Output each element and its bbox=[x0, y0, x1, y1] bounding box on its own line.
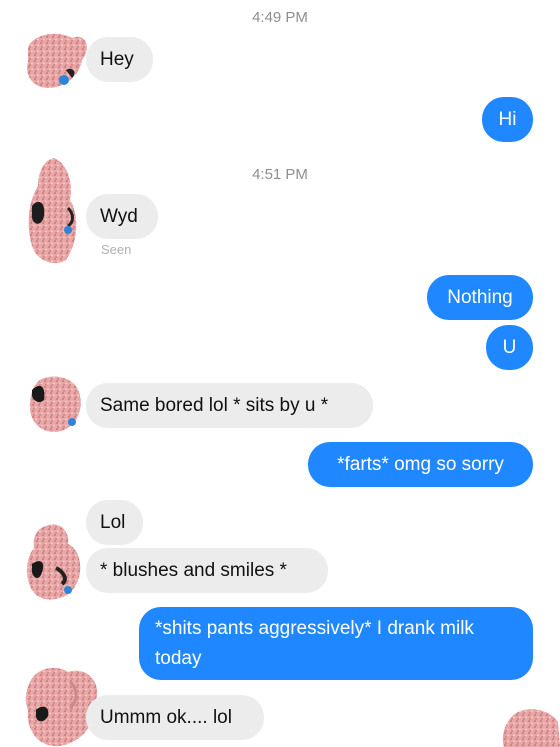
message-bubble-outgoing[interactable]: Hi bbox=[482, 97, 533, 142]
message-bubble-incoming[interactable]: * blushes and smiles * bbox=[86, 548, 328, 593]
message-bubble-outgoing[interactable]: *shits pants aggressively* I drank milk … bbox=[139, 607, 533, 680]
message-bubble-incoming[interactable]: Hey bbox=[86, 37, 153, 82]
scribbled-avatar-icon[interactable] bbox=[24, 156, 84, 268]
message-bubble-incoming[interactable]: Same bored lol * sits by u * bbox=[86, 383, 373, 428]
message-bubble-outgoing[interactable]: Nothing bbox=[427, 275, 533, 320]
message-bubble-outgoing[interactable]: *farts* omg so sorry bbox=[308, 442, 533, 487]
message-bubble-incoming[interactable]: Ummm ok.... lol bbox=[86, 695, 264, 740]
timestamp: 4:49 PM bbox=[252, 9, 308, 26]
message-bubble-incoming[interactable]: Lol bbox=[86, 500, 143, 545]
read-receipt: Seen bbox=[101, 242, 132, 257]
message-bubble-incoming[interactable]: Wyd bbox=[86, 194, 158, 239]
timestamp: 4:51 PM bbox=[252, 166, 308, 183]
message-bubble-outgoing[interactable]: U bbox=[486, 325, 533, 370]
scribbled-avatar-icon[interactable] bbox=[24, 522, 86, 604]
scribbled-avatar-icon[interactable] bbox=[26, 374, 84, 436]
scribbled-avatar-icon bbox=[498, 708, 560, 747]
scribbled-avatar-icon[interactable] bbox=[22, 30, 92, 92]
